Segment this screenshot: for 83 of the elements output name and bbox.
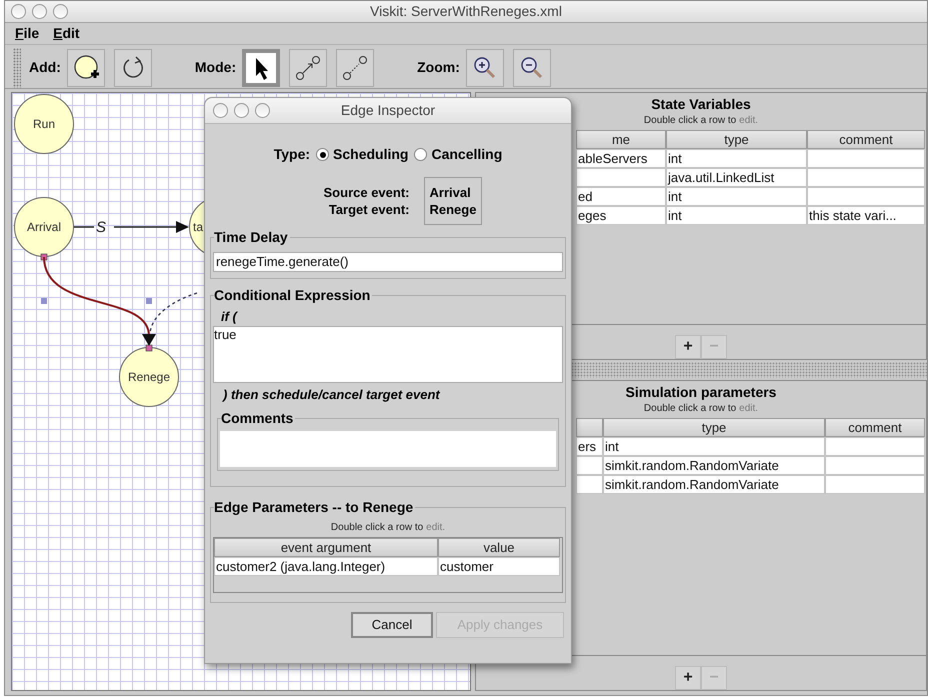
radio-label[interactable]: Cancelling [431,144,502,165]
table-cell: simkit.random.RandomVariate [603,456,825,475]
hint-text: Double click a row to [644,114,736,128]
table-cell: int [603,437,825,456]
hint-text: Double click a row to [330,521,424,535]
cancel-button[interactable]: Cancel [351,612,433,638]
event-node[interactable]: Arrival [14,197,74,257]
close-button[interactable] [11,4,26,19]
condition-prefix: if ( [221,308,239,326]
table-cell: int [666,187,807,206]
add-node-button[interactable] [66,48,105,86]
toolbar-label: Mode: [194,58,236,77]
zoom-out-button[interactable] [512,48,551,86]
table-cell: java.util.LinkedList [666,168,807,187]
table-cell: eges [576,206,666,225]
column-header[interactable]: type [666,130,807,149]
column-header[interactable]: comment [825,418,925,437]
type-label: Type: [274,145,310,164]
control-point-handle[interactable] [41,298,47,304]
table-cell: customer2 (java.lang.Integer) [214,557,438,576]
hint-text: Double click a row to [644,402,736,416]
table-cell [576,475,603,494]
toolbar-label: Zoom: [417,58,460,77]
radio-button[interactable] [316,148,330,161]
zoom-button[interactable] [255,103,270,118]
window-title: Viskit: ServerWithReneges.xml [370,2,562,21]
table-cell: ed [576,187,666,206]
column-header[interactable] [576,418,603,437]
radio-button[interactable] [414,148,428,161]
dashed-edge[interactable] [149,292,198,334]
field-label: Target event: [328,201,410,218]
table-cell: int [666,206,807,225]
add-button[interactable]: + [675,666,701,690]
column-header[interactable]: event argument [214,538,438,557]
column-header[interactable]: comment [807,130,925,149]
group-title: Edge Parameters -- to Renege [214,499,416,515]
toolbar-label: Add: [29,58,61,77]
panel-title: Simulation parameters [626,384,776,401]
field-label: Source event: [324,184,410,201]
table-cell: this state vari... [807,206,925,225]
edge-arrow[interactable] [73,221,189,233]
condition-suffix: ) then schedule/cancel target event [223,387,442,403]
minimize-button[interactable] [32,4,47,19]
event-node[interactable]: Run [14,94,74,154]
add-button[interactable]: + [675,335,701,359]
column-header[interactable]: type [603,418,825,437]
text-field[interactable]: renegeTime.generate() [213,252,563,272]
control-point-handle[interactable] [146,298,152,304]
table-cell: customer [438,557,560,576]
radio-label[interactable]: Scheduling [333,144,408,165]
close-button[interactable] [213,103,228,118]
field-value: Arrival [430,184,472,201]
panel-title: State Variables [651,96,751,113]
select-mode-button[interactable] [242,48,280,86]
event-node[interactable]: Renege [119,347,179,407]
dotted-connect-icon [341,54,370,82]
menu-item[interactable]: Edit [51,23,82,44]
dialog-title: Edge Inspector [340,101,436,120]
zoom-button[interactable] [53,4,68,19]
menu-item[interactable]: File [13,23,42,44]
group-title: Time Delay [214,229,290,245]
toolbar-grip[interactable] [13,48,21,88]
cancel-edge-mode-button[interactable] [336,48,374,86]
minimize-button[interactable] [234,103,249,118]
field-value: Renege [430,201,476,218]
edge-label: S [96,218,106,238]
edge-endpoint-handle[interactable] [146,344,152,352]
zoom-in-button[interactable] [466,48,504,86]
column-header[interactable]: me [576,130,666,149]
table-cell [576,456,603,475]
table-cell: int [666,149,807,168]
edge-arrow[interactable] [43,256,156,346]
group-title: Conditional Expression [214,287,372,303]
reset-button[interactable] [114,48,152,86]
text-area[interactable]: true [213,326,563,383]
connect-nodes-icon [294,54,322,82]
table-cell: ableServers [576,149,666,168]
add-node-icon [72,54,100,82]
table-cell: simkit.random.RandomVariate [603,475,825,494]
group-title: Comments [221,410,296,426]
column-header[interactable]: value [438,538,560,557]
table-cell: ers [576,437,603,456]
connect-mode-button[interactable] [289,48,328,86]
